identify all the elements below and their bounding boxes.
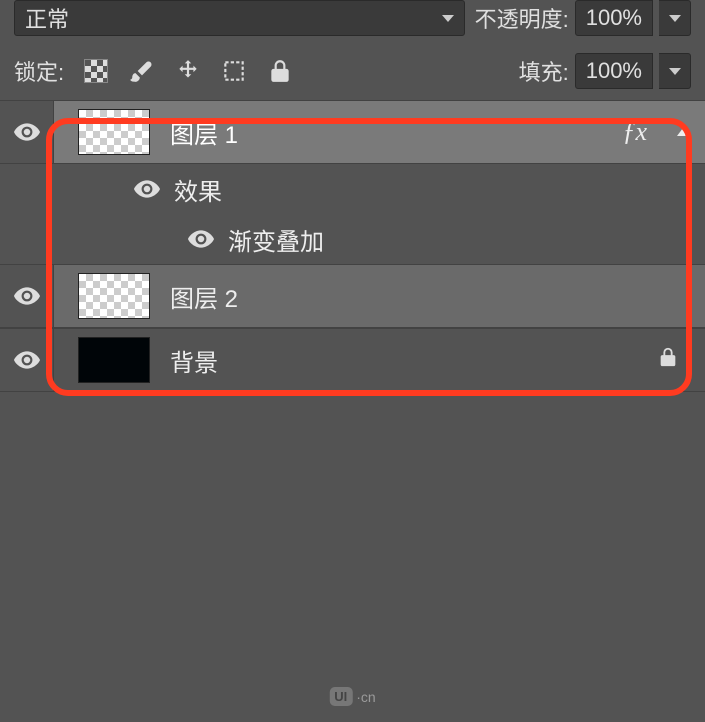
blend-mode-value: 正常 <box>25 2 69 34</box>
opacity-control: 不透明度: 100% <box>475 0 691 36</box>
fill-input[interactable]: 100% <box>575 53 653 89</box>
opacity-input[interactable]: 100% <box>575 0 653 36</box>
layer-body: 背景 <box>54 329 705 391</box>
lock-label: 锁定: <box>14 55 64 87</box>
layer-thumbnail[interactable] <box>78 273 150 319</box>
watermark: UI ·cn <box>329 687 375 706</box>
lock-transparent-icon[interactable] <box>82 57 110 85</box>
logo-badge: UI <box>329 687 352 706</box>
lock-move-icon[interactable] <box>174 57 202 85</box>
effects-label: 效果 <box>174 172 222 207</box>
layer-body: 图层 1 ƒx <box>54 101 705 163</box>
layer-row-layer2[interactable]: 图层 2 <box>0 264 705 328</box>
blend-opacity-bar: 正常 不透明度: 100% <box>0 0 705 42</box>
lock-brush-icon[interactable] <box>128 57 156 85</box>
fill-label: 填充: <box>519 55 569 87</box>
layers-list: 图层 1 ƒx 效果 渐变叠加 图层 2 <box>0 100 705 392</box>
gradient-overlay-label: 渐变叠加 <box>228 222 324 257</box>
logo-suffix: ·cn <box>356 689 375 705</box>
visibility-toggle[interactable] <box>0 265 54 327</box>
lock-artboard-icon[interactable] <box>220 57 248 85</box>
lock-icon[interactable] <box>657 345 679 375</box>
fill-dropdown[interactable] <box>659 53 691 89</box>
fx-indicator[interactable]: ƒx <box>622 117 647 147</box>
chevron-down-icon <box>442 15 454 22</box>
blend-mode-select[interactable]: 正常 <box>14 0 465 36</box>
lock-all-icon[interactable] <box>266 57 294 85</box>
eye-icon[interactable] <box>134 180 160 198</box>
effects-row[interactable]: 效果 <box>0 164 705 214</box>
fill-control: 填充: 100% <box>519 53 691 89</box>
layer-thumbnail[interactable] <box>78 337 150 383</box>
layer-thumbnail[interactable] <box>78 109 150 155</box>
eye-icon[interactable] <box>188 230 214 248</box>
layer-row-layer1[interactable]: 图层 1 ƒx <box>0 100 705 164</box>
lock-bar: 锁定: 填充: 100% <box>0 42 705 100</box>
layer-row-background[interactable]: 背景 <box>0 328 705 392</box>
layer-name[interactable]: 图层 2 <box>170 279 238 314</box>
visibility-toggle[interactable] <box>0 101 54 163</box>
opacity-label: 不透明度: <box>475 2 569 34</box>
chevron-down-icon <box>669 15 681 22</box>
layer-body: 图层 2 <box>54 265 705 327</box>
layer-name[interactable]: 图层 1 <box>170 115 238 150</box>
chevron-down-icon <box>669 68 681 75</box>
effect-gradient-overlay-row[interactable]: 渐变叠加 <box>0 214 705 264</box>
layer-name[interactable]: 背景 <box>170 343 218 378</box>
collapse-effects-icon[interactable] <box>677 128 689 136</box>
opacity-dropdown[interactable] <box>659 0 691 36</box>
visibility-toggle[interactable] <box>0 329 54 391</box>
